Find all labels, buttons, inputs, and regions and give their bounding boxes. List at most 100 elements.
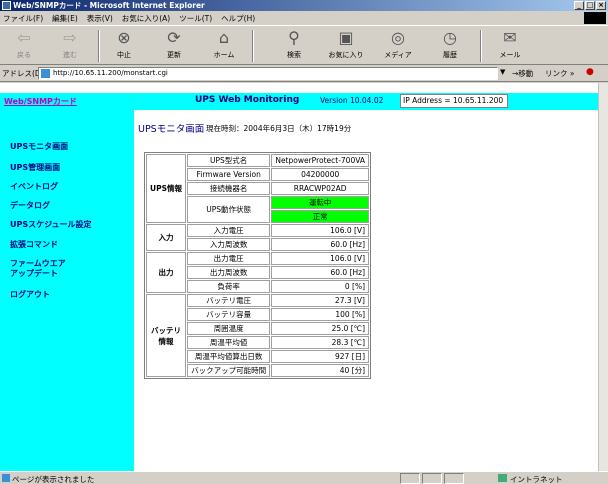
menu-bar: ファイル(F) 編集(E) 表示(V) お気に入り(A) ツール(T) ヘルプ(… xyxy=(0,11,608,25)
section-output: 出力 xyxy=(146,252,186,293)
input-frequency-label: 入力周波数 xyxy=(187,238,271,251)
main-panel: UPSモニタ画面 現在時刻：2004年6月3日（木）17時19分 UPS情報 U… xyxy=(134,110,598,471)
page-title: UPSモニタ画面 xyxy=(138,124,205,135)
output-frequency-label: 出力周波数 xyxy=(187,266,271,279)
ambient-temp-label: 周囲温度 xyxy=(187,322,271,335)
search-icon: ⚲ xyxy=(288,28,300,47)
menu-edit[interactable]: 編集(E) xyxy=(52,13,78,24)
sidebar-item-logout[interactable]: ログアウト xyxy=(10,290,50,300)
backup-time-label: バックアップ可能時間 xyxy=(187,364,271,377)
sidebar-nav: UPSモニタ画面 UPS管理画面 イベントログ データログ UPSスケジュール設… xyxy=(0,110,134,471)
address-input[interactable]: http://10.65.11.200/monstart.cgi xyxy=(38,67,498,80)
maximize-button[interactable]: □ xyxy=(585,1,595,10)
connected-device-value: RRACWP02AD xyxy=(271,182,369,195)
input-frequency-value: 60.0 [Hz] xyxy=(271,238,369,251)
ie-logo-icon xyxy=(584,12,606,24)
input-voltage-label: 入力電圧 xyxy=(187,224,271,237)
ip-address-box: IP Address = 10.65.11.200 xyxy=(400,94,508,108)
stop-label: 中止 xyxy=(117,51,131,59)
output-frequency-value: 60.0 [Hz] xyxy=(271,266,369,279)
menu-file[interactable]: ファイル(F) xyxy=(3,13,43,24)
stop-button[interactable]: ⊗ 中止 xyxy=(102,28,146,60)
address-dropdown-icon[interactable]: ▼ xyxy=(500,68,509,79)
media-label: メディア xyxy=(384,51,412,59)
mail-label: メール xyxy=(499,51,521,59)
history-button[interactable]: ◷ 履歴 xyxy=(428,28,472,60)
forward-arrow-icon: ⇨ xyxy=(63,28,77,47)
menu-favorites[interactable]: お気に入り(A) xyxy=(122,13,170,24)
page-icon xyxy=(41,69,50,78)
forward-button[interactable]: ⇨ 進む xyxy=(48,28,92,60)
sidebar-item-data-log[interactable]: データログ xyxy=(10,201,50,211)
media-button[interactable]: ◎ メディア xyxy=(376,28,420,60)
table-row: UPS情報 UPS型式名 NetpowerProtect-700VA xyxy=(146,154,369,223)
page-content: Web/SNMPカード UPS Web Monitoring Version 1… xyxy=(0,83,598,471)
mail-button[interactable]: ✉ メール xyxy=(488,28,532,60)
back-label: 戻る xyxy=(17,51,31,59)
minimize-button[interactable]: _ xyxy=(574,1,584,10)
search-button[interactable]: ⚲ 検索 xyxy=(272,28,316,60)
connected-device-label: 接続機器名 xyxy=(187,182,271,195)
ups-status-normal-badge: 正常 xyxy=(271,210,369,223)
history-icon: ◷ xyxy=(443,28,457,47)
refresh-icon: ⟳ xyxy=(167,28,181,47)
vertical-scrollbar[interactable] xyxy=(598,83,608,471)
menu-tools[interactable]: ツール(T) xyxy=(179,13,212,24)
search-label: 検索 xyxy=(287,51,301,59)
favorites-folder-icon: ▣ xyxy=(338,28,354,47)
section-battery: バッテリ 情報 xyxy=(146,294,186,377)
window-title-bar[interactable]: Web/SNMPカード - Microsoft Internet Explore… xyxy=(0,0,608,11)
ups-model-label: UPS型式名 xyxy=(187,154,271,167)
refresh-label: 更新 xyxy=(167,51,181,59)
media-icon: ◎ xyxy=(391,28,405,47)
status-message: ページが表示されました xyxy=(12,475,95,484)
menu-help[interactable]: ヘルプ(H) xyxy=(221,13,255,24)
favorites-button[interactable]: ▣ お気に入り xyxy=(324,28,368,60)
sidebar-item-firmware-update[interactable]: ファームウエア アップデート xyxy=(10,259,66,279)
address-bar: アドレス(D) http://10.65.11.200/monstart.cgi… xyxy=(0,65,608,82)
mail-icon: ✉ xyxy=(503,28,517,47)
go-button[interactable]: →移動 xyxy=(512,68,533,79)
header-band: Web/SNMPカード UPS Web Monitoring Version 1… xyxy=(0,93,598,110)
sidebar-item-extended-commands[interactable]: 拡張コマンド xyxy=(10,240,58,250)
address-url: http://10.65.11.200/monstart.cgi xyxy=(53,69,168,77)
sidebar-item-ups-management[interactable]: UPS管理画面 xyxy=(10,163,60,173)
sidebar-item-event-log[interactable]: イベントログ xyxy=(10,182,58,192)
table-row: 出力 出力電圧 106.0 [V] xyxy=(146,252,369,293)
back-arrow-icon: ⇦ xyxy=(17,28,31,47)
status-cell xyxy=(422,473,442,484)
home-icon: ⌂ xyxy=(218,28,230,47)
table-row: 入力 入力電圧 106.0 [V] xyxy=(146,224,369,251)
status-cell xyxy=(444,473,464,484)
avg-temp-days-label: 周温平均値算出日数 xyxy=(187,350,271,363)
close-button[interactable]: × xyxy=(596,1,606,10)
page-done-icon xyxy=(2,474,10,482)
version-text: Version 10.04.02 xyxy=(320,96,384,105)
toolbar-extension-icon[interactable]: ● xyxy=(586,67,600,79)
toolbar: ⇦ 戻る ⇨ 進む ⊗ 中止 ⟳ 更新 ⌂ ホーム ⚲ 検索 ▣ お気に入り ◎… xyxy=(0,25,608,65)
sidebar-item-ups-schedule[interactable]: UPSスケジュール設定 xyxy=(10,220,92,230)
links-button[interactable]: リンク » xyxy=(545,68,574,79)
output-voltage-value: 106.0 [V] xyxy=(271,252,369,265)
output-voltage-label: 出力電圧 xyxy=(187,252,271,265)
forward-label: 進む xyxy=(63,51,77,59)
sidebar-item-ups-monitor[interactable]: UPSモニタ画面 xyxy=(10,142,68,152)
refresh-button[interactable]: ⟳ 更新 xyxy=(152,28,196,60)
ups-status-running-badge: 運転中 xyxy=(271,196,369,209)
battery-voltage-value: 27.3 [V] xyxy=(271,294,369,307)
ie-app-icon xyxy=(2,1,11,10)
toolbar-separator xyxy=(480,30,482,62)
ups-status-table: UPS情報 UPS型式名 NetpowerProtect-700VA Firmw… xyxy=(144,152,371,379)
battery-capacity-label: バッテリ容量 xyxy=(187,308,271,321)
avg-temp-label: 周温平均値 xyxy=(187,336,271,349)
home-button[interactable]: ⌂ ホーム xyxy=(202,28,246,60)
brand-link[interactable]: Web/SNMPカード xyxy=(4,96,77,107)
security-zone: イントラネット xyxy=(510,475,563,484)
avg-temp-value: 28.3 [℃] xyxy=(271,336,369,349)
menu-view[interactable]: 表示(V) xyxy=(87,13,113,24)
firmware-version-label: Firmware Version xyxy=(187,168,271,181)
status-bar: ページが表示されました イントラネット xyxy=(0,471,608,484)
input-voltage-value: 106.0 [V] xyxy=(271,224,369,237)
status-cell xyxy=(400,473,420,484)
back-button[interactable]: ⇦ 戻る xyxy=(2,28,46,60)
